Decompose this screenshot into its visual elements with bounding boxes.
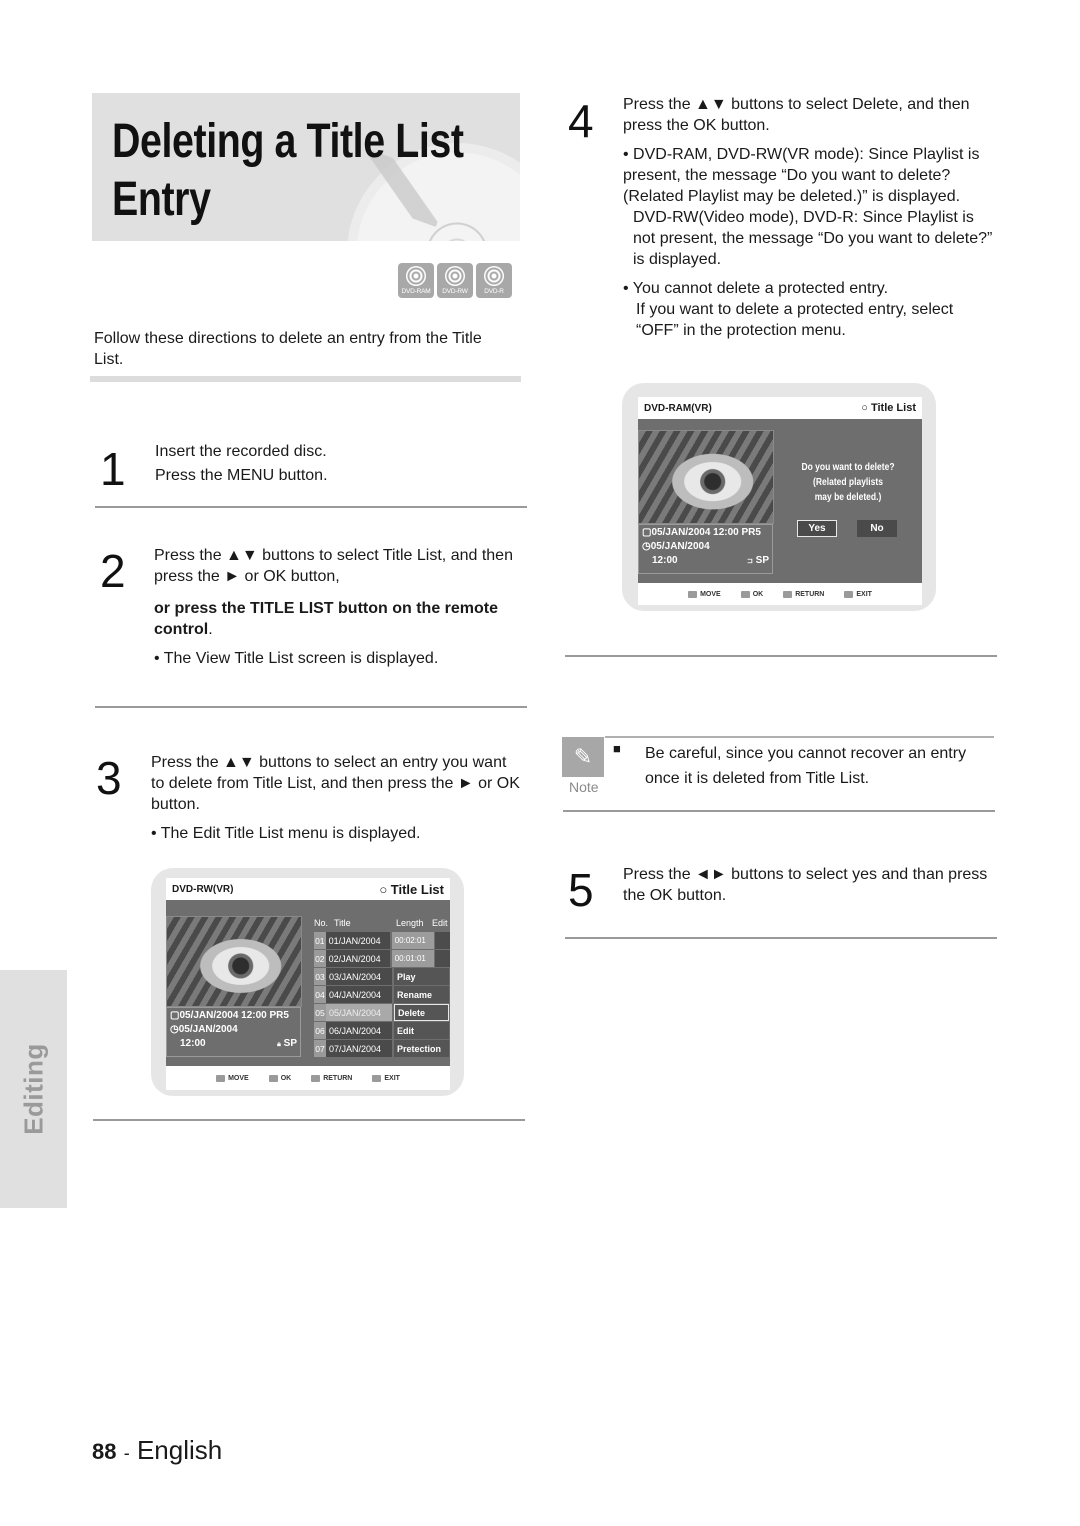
note-top-rule: [605, 736, 994, 738]
unlock-icon: ⊐: [747, 558, 753, 565]
screen-header: DVD-RW(VR) ○ Title List: [166, 878, 450, 900]
disc-icon: [406, 266, 426, 286]
table-row-selected[interactable]: 05 05/JAN/2004 Delete: [314, 1004, 450, 1021]
yes-button[interactable]: Yes: [797, 520, 837, 537]
dvd-r-badge: DVD-R: [476, 263, 512, 298]
disc-badges: DVD-RAM DVD-RW DVD-R: [398, 263, 512, 298]
step-divider: [93, 1119, 525, 1121]
return-hint: RETURN: [311, 1074, 352, 1082]
step-divider: [565, 655, 997, 657]
menu-item-rename[interactable]: Rename: [394, 986, 449, 1003]
page-footer: 88 - English: [92, 1435, 223, 1465]
step-5-number: 5: [568, 864, 594, 916]
info-box: ▢05/JAN/2004 12:00 PR5 ◷05/JAN/2004 12:0…: [638, 524, 773, 574]
exit-hint: EXIT: [844, 590, 872, 598]
screen-footer: MOVE OK RETURN EXIT: [638, 583, 922, 605]
table-row[interactable]: 03 03/JAN/2004 Play: [314, 968, 450, 985]
screen-header: DVD-RAM(VR) ○ Title List: [638, 397, 922, 419]
exit-hint: EXIT: [372, 1074, 400, 1082]
step-4-number: 4: [568, 95, 594, 147]
step-1-text: Insert the recorded disc. Press the MENU…: [155, 443, 328, 484]
step-4-text: Press the ▲▼ buttons to select Delete, a…: [623, 96, 993, 339]
note-text: Be careful, since you cannot recover an …: [645, 745, 967, 787]
step-3-number: 3: [96, 752, 122, 804]
screen-title: ○ Title List: [379, 881, 444, 897]
title-list-table: No. Title Length Edit 01 01/JAN/2004 00:…: [314, 914, 451, 1058]
disc-type: DVD-RAM(VR): [644, 402, 712, 414]
ok-icon: [740, 590, 750, 598]
thumbnail-image: [166, 916, 302, 1007]
clock-icon: ◷: [170, 1024, 179, 1035]
step-3-text: Press the ▲▼ buttons to select an entry …: [151, 754, 520, 842]
move-icon: [688, 590, 698, 598]
info-box: ▢05/JAN/2004 12:00 PR5 ◷05/JAN/2004 12:0…: [166, 1007, 301, 1057]
note-bullet: ■: [613, 741, 621, 756]
dvd-ram-badge: DVD-RAM: [398, 263, 434, 298]
page-title: Deleting a Title List Entry: [112, 115, 464, 226]
lock-icon: 🔒︎: [277, 1041, 281, 1048]
title-list-screen: DVD-RW(VR) ○ Title List ▢05/JAN/2004 12:…: [166, 878, 451, 1090]
ok-hint: OK: [740, 590, 763, 598]
disc-icon: [484, 266, 504, 286]
step-divider: [95, 706, 527, 708]
disc-type: DVD-RW(VR): [172, 883, 234, 895]
step-5-text: Press the ◄► buttons to select yes and t…: [623, 866, 988, 904]
exit-icon: [844, 590, 854, 598]
table-row[interactable]: 01 01/JAN/2004 00:02:01: [314, 932, 451, 949]
pencil-icon: ✎: [562, 737, 604, 777]
screen-title: ○ Title List: [861, 402, 916, 414]
intro-divider: [90, 376, 521, 382]
move-icon: [216, 1074, 226, 1082]
edit-cell: [434, 932, 451, 949]
menu-item-delete[interactable]: Delete: [394, 1004, 449, 1021]
note-bottom-rule: [563, 810, 995, 812]
disc-icon: [445, 266, 465, 286]
section-tab-editing: Editing: [0, 970, 67, 1208]
language-label: English: [136, 1435, 223, 1465]
menu-item-play[interactable]: Play: [394, 968, 449, 985]
intro-text: Follow these directions to delete an ent…: [94, 330, 482, 368]
menu-item-protection[interactable]: Pretection: [394, 1040, 449, 1057]
step-2-number: 2: [100, 545, 126, 597]
table-header: No. Title Length Edit: [314, 918, 448, 928]
move-hint: MOVE: [216, 1074, 249, 1082]
edit-cell: [434, 950, 451, 967]
page-number: 88: [92, 1439, 117, 1464]
delete-confirm-message: Do you want to delete? (Related playlist…: [801, 462, 895, 503]
table-row[interactable]: 04 04/JAN/2004 Rename: [314, 986, 450, 1003]
title-list-screen-frame: DVD-RW(VR) ○ Title List ▢05/JAN/2004 12:…: [151, 868, 464, 1096]
exit-icon: [372, 1074, 382, 1082]
title-banner: Deleting a Title List Entry: [92, 93, 520, 241]
return-icon: [783, 590, 793, 598]
step-2-text: Press the ▲▼ buttons to select Title Lis…: [154, 547, 513, 667]
ok-hint: OK: [268, 1074, 291, 1082]
table-row[interactable]: 06 06/JAN/2004 Edit: [314, 1022, 450, 1039]
thumbnail-image: [638, 430, 774, 524]
note-label: Note: [569, 779, 599, 795]
menu-item-edit[interactable]: Edit: [394, 1022, 449, 1039]
step-1-number: 1: [100, 443, 126, 495]
return-hint: RETURN: [783, 590, 824, 598]
dvd-rw-badge: DVD-RW: [437, 263, 473, 298]
step-divider: [95, 506, 527, 508]
return-icon: [311, 1074, 321, 1082]
clock-icon: ◷: [642, 541, 651, 552]
screen-footer: MOVE OK RETURN EXIT: [166, 1066, 450, 1090]
ok-icon: [268, 1074, 278, 1082]
table-row[interactable]: 07 07/JAN/2004 Pretection: [314, 1040, 450, 1057]
table-row[interactable]: 02 02/JAN/2004 00:01:01: [314, 950, 451, 967]
delete-dialog-screen-frame: DVD-RAM(VR) ○ Title List ▢05/JAN/2004 12…: [622, 383, 936, 611]
step-divider: [565, 937, 997, 939]
no-button[interactable]: No: [857, 520, 897, 537]
delete-dialog-screen: DVD-RAM(VR) ○ Title List ▢05/JAN/2004 12…: [638, 397, 922, 605]
move-hint: MOVE: [688, 590, 721, 598]
